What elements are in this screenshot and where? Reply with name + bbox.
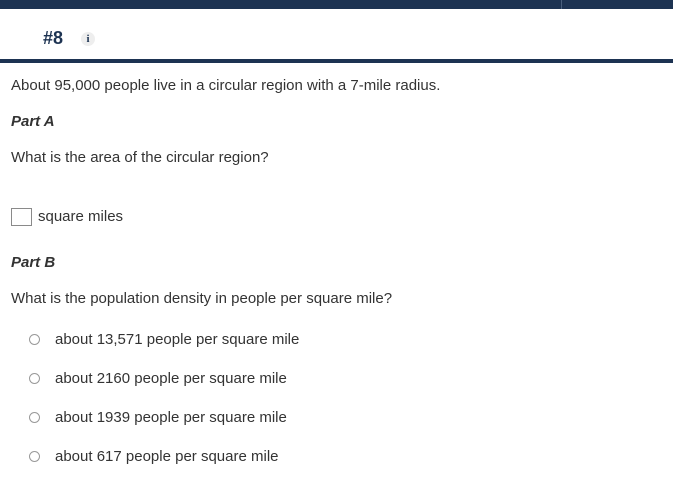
question-prompt: About 95,000 people live in a circular r…	[11, 77, 441, 94]
part-b-label: Part B	[11, 254, 56, 271]
option-label: about 13,571 people per square mile	[55, 330, 300, 348]
density-option-4[interactable]: about 617 people per square mile	[29, 446, 279, 466]
density-option-3[interactable]: about 1939 people per square mile	[29, 407, 287, 427]
question-header: #8 i	[0, 9, 673, 59]
density-option-2[interactable]: about 2160 people per square mile	[29, 368, 287, 388]
radio-button[interactable]	[29, 333, 40, 345]
option-label: about 2160 people per square mile	[55, 369, 287, 387]
question-number: #8	[43, 28, 64, 48]
option-label: about 617 people per square mile	[55, 447, 279, 465]
part-b-question: What is the population density in people…	[11, 290, 393, 307]
part-a-question: What is the area of the circular region?	[11, 149, 269, 166]
radio-button[interactable]	[29, 411, 40, 423]
area-unit-label: square miles	[38, 208, 124, 225]
header-divider	[0, 59, 673, 63]
radio-button[interactable]	[29, 450, 40, 462]
top-nav-bar	[0, 0, 673, 9]
radio-button[interactable]	[29, 372, 40, 384]
area-answer-input[interactable]	[11, 208, 32, 226]
info-icon[interactable]: i	[81, 32, 95, 46]
option-label: about 1939 people per square mile	[55, 408, 287, 426]
nav-divider	[561, 0, 562, 9]
part-a-label: Part A	[11, 113, 55, 130]
density-option-1[interactable]: about 13,571 people per square mile	[29, 329, 299, 349]
